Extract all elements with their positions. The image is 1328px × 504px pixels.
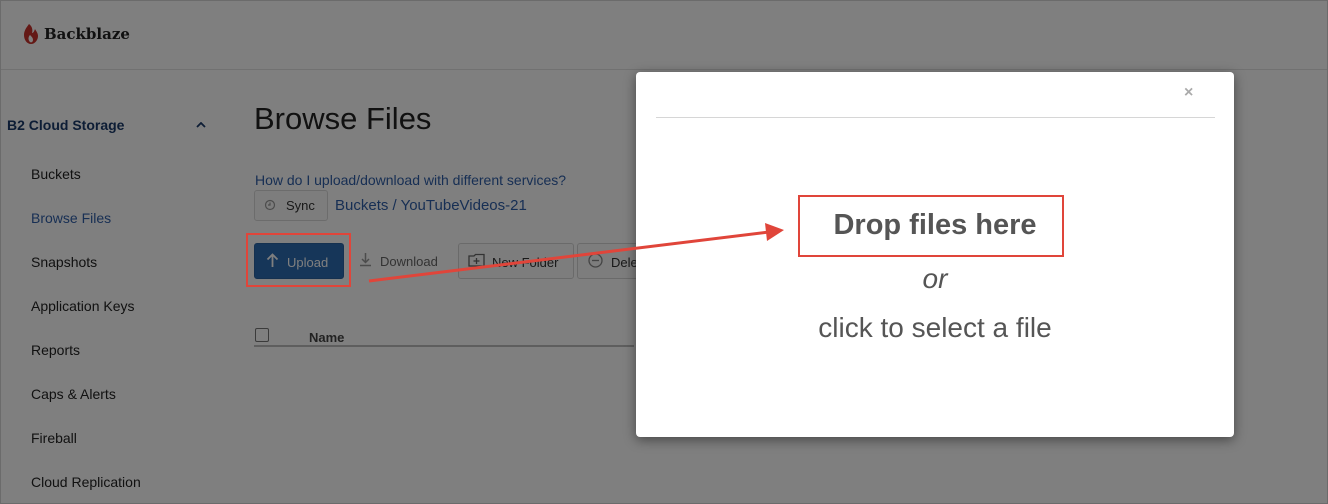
annotation-arrow — [368, 223, 784, 283]
app-window: Backblaze B2 Cloud Storage Buckets Brows… — [0, 0, 1328, 504]
